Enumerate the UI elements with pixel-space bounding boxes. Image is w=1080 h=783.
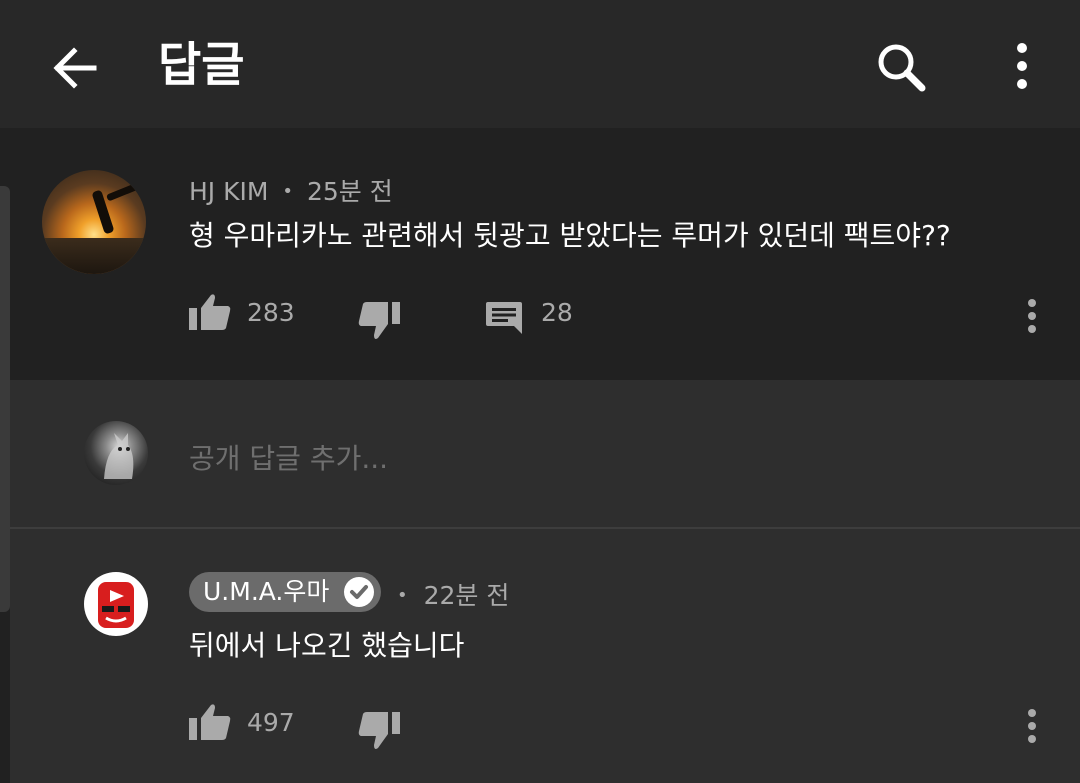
reply-author: U.M.A.우마 bbox=[203, 577, 330, 606]
reply-comment-icon[interactable] bbox=[485, 300, 523, 336]
reply-input-area bbox=[10, 380, 1080, 528]
thumbs-down-icon[interactable] bbox=[357, 710, 401, 752]
reply-more-icon[interactable] bbox=[1022, 708, 1042, 744]
verified-check-icon bbox=[344, 577, 375, 607]
meta-separator: • bbox=[397, 585, 408, 606]
user-avatar bbox=[84, 421, 148, 485]
thumbs-up-icon[interactable] bbox=[188, 292, 232, 332]
comment-meta: HJ KIM • 25분 전 bbox=[189, 172, 393, 208]
channel-owner-chip[interactable]: U.M.A.우마 bbox=[189, 572, 382, 612]
thumbs-up-icon[interactable] bbox=[188, 702, 232, 742]
channel-avatar[interactable] bbox=[84, 572, 148, 636]
reply-count: 28 bbox=[541, 298, 573, 327]
comment-author[interactable]: HJ KIM bbox=[189, 177, 268, 206]
reply-text: 뒤에서 나오긴 했습니다 bbox=[189, 629, 465, 662]
parent-comment bbox=[0, 128, 1080, 380]
thumbs-down-icon[interactable] bbox=[357, 300, 401, 342]
more-vertical-icon[interactable] bbox=[1004, 40, 1040, 94]
comment-more-icon[interactable] bbox=[1022, 298, 1042, 334]
reply-time: 22분 전 bbox=[423, 581, 510, 610]
reply-input[interactable]: 공개 답글 추가... bbox=[189, 437, 388, 477]
like-count: 497 bbox=[247, 708, 295, 737]
reply-comment bbox=[10, 529, 1080, 783]
reply-meta: • 22분 전 bbox=[397, 576, 509, 612]
like-count: 283 bbox=[247, 298, 295, 327]
page-title: 답글 bbox=[158, 38, 245, 93]
comment-text: 형 우마리카노 관련해서 뒷광고 받았다는 루머가 있던데 팩트야?? bbox=[189, 219, 951, 252]
sheet-edge bbox=[0, 186, 10, 612]
meta-separator: • bbox=[282, 181, 294, 202]
search-icon[interactable] bbox=[874, 40, 928, 94]
app-bar: 답글 bbox=[0, 0, 1080, 128]
avatar[interactable] bbox=[42, 170, 146, 274]
arrow-left-icon[interactable] bbox=[48, 42, 100, 94]
comment-time: 25분 전 bbox=[307, 177, 393, 206]
